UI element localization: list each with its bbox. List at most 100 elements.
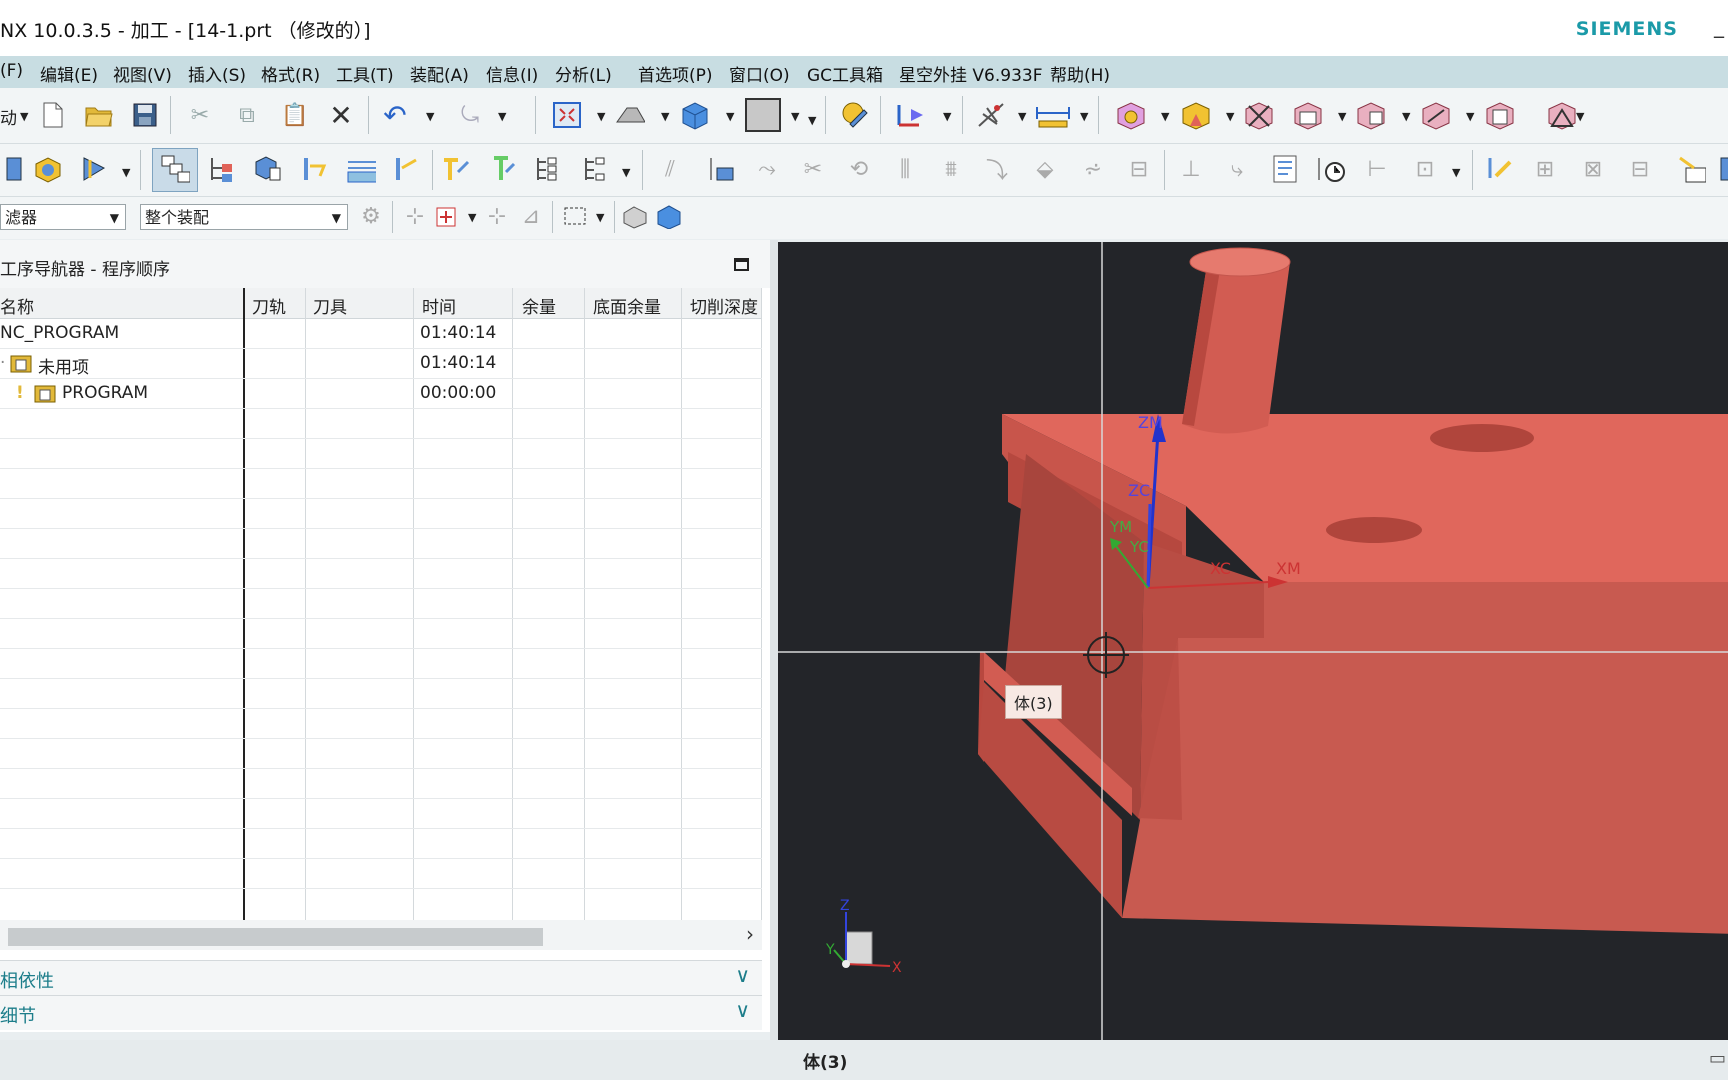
replay-toolpath-icon[interactable] <box>346 154 376 184</box>
shop-docs-icon[interactable] <box>532 154 562 184</box>
create-geometry-icon[interactable] <box>1243 100 1273 130</box>
orient-view-icon[interactable] <box>615 100 645 130</box>
dependencies-section[interactable]: 相依性 ∨ <box>0 960 762 995</box>
graphics-viewport[interactable]: ZM ZC YM YC XC XM Z Y X 体(3) <box>778 242 1728 1040</box>
feature-icon[interactable] <box>1546 100 1576 130</box>
chevron-down-icon[interactable]: ▼ <box>1576 110 1584 123</box>
machine-tool-view-icon[interactable] <box>0 154 30 184</box>
menu-help[interactable]: 帮助(H) <box>1050 61 1110 86</box>
selection-scope-select[interactable]: 整个装配 ▼ <box>140 204 348 230</box>
delete-icon[interactable]: ✕ <box>326 99 356 132</box>
chevron-down-icon[interactable]: ▼ <box>791 110 799 123</box>
chevron-down-icon[interactable]: ▼ <box>1018 110 1026 123</box>
shaded-cube-icon[interactable] <box>680 100 710 130</box>
generate-toolpath-icon[interactable] <box>300 154 330 184</box>
chevron-down-icon[interactable]: ▼ <box>661 110 669 123</box>
cut-icon[interactable]: ✂ <box>185 100 215 130</box>
menu-gc-toolbox[interactable]: GC工具箱 <box>807 61 883 86</box>
table-row[interactable]: NC_PROGRAM 01:40:14 <box>0 318 762 349</box>
chevron-down-icon[interactable]: ▼ <box>596 211 604 224</box>
copy-icon[interactable]: ⧉ <box>232 100 262 130</box>
type-filter-select[interactable]: 滤器 ▼ <box>0 204 126 230</box>
wcs-icon[interactable] <box>975 100 1005 130</box>
column-header-time[interactable]: 时间 <box>422 293 456 318</box>
menu-edit[interactable]: 编辑(E) <box>40 61 98 86</box>
method-view-icon[interactable] <box>206 154 236 184</box>
outline-view-icon[interactable] <box>580 154 610 184</box>
create-tool-group-icon[interactable] <box>252 154 282 184</box>
create-operation-icon[interactable] <box>1355 100 1385 130</box>
rectangle-select-icon[interactable] <box>560 201 590 231</box>
chevron-down-icon[interactable]: ▼ <box>943 110 951 123</box>
minimize-button[interactable]: _ <box>1714 14 1724 38</box>
chevron-down-icon[interactable]: ▼ <box>1466 110 1474 123</box>
column-header-floor-stock[interactable]: 底面余量 <box>593 293 661 318</box>
chevron-down-icon[interactable]: ∨ <box>735 963 750 987</box>
menu-analysis[interactable]: 分析(L) <box>555 61 612 86</box>
select-body-icon[interactable] <box>654 201 684 231</box>
fit-view-icon[interactable] <box>552 100 582 130</box>
column-header-cut-depth[interactable]: 切削深度 <box>690 293 758 318</box>
chevron-down-icon[interactable]: ▼ <box>1161 110 1169 123</box>
csys-icon[interactable] <box>895 100 925 130</box>
maximize-icon[interactable] <box>734 258 749 271</box>
menu-file[interactable]: (F) <box>0 61 23 81</box>
chevron-down-icon[interactable]: ▼ <box>1226 110 1234 123</box>
chevron-down-icon[interactable]: ▼ <box>622 166 630 179</box>
display-toolpath-icon[interactable] <box>705 154 735 184</box>
sim-edit-icon[interactable] <box>1484 154 1514 184</box>
menu-preferences[interactable]: 首选项(P) <box>638 61 713 86</box>
more-icon[interactable] <box>1712 154 1728 184</box>
menu-insert[interactable]: 插入(S) <box>188 61 246 86</box>
start-menu-button[interactable]: 动 <box>0 104 17 129</box>
chevron-right-icon[interactable]: › <box>746 922 754 946</box>
table-row[interactable]: ! PROGRAM 00:00:00 <box>0 378 762 409</box>
time-icon[interactable] <box>1315 154 1345 184</box>
chevron-down-icon[interactable]: ▼ <box>808 114 816 127</box>
deselect-all-icon[interactable] <box>620 201 650 231</box>
information-icon[interactable] <box>1270 154 1300 184</box>
undo-icon[interactable]: ↶ <box>380 99 410 132</box>
create-program-icon[interactable] <box>1115 100 1145 130</box>
menu-tools[interactable]: 工具(T) <box>336 61 394 86</box>
chevron-down-icon[interactable]: ▼ <box>726 110 734 123</box>
save-icon[interactable] <box>130 100 160 130</box>
table-row[interactable]: · 未用项 01:40:14 <box>0 348 762 379</box>
chevron-down-icon[interactable]: ▼ <box>498 110 506 123</box>
menu-window[interactable]: 窗口(O) <box>729 61 790 86</box>
open-icon[interactable] <box>84 100 114 130</box>
column-header-stock[interactable]: 余量 <box>522 293 556 318</box>
tool-view-icon[interactable] <box>80 154 110 184</box>
background-icon[interactable] <box>745 98 781 132</box>
chevron-down-icon[interactable]: ▼ <box>1338 110 1346 123</box>
create-tool-icon[interactable] <box>1180 100 1210 130</box>
list-toolpath-icon[interactable] <box>440 154 470 184</box>
panel-splitter[interactable] <box>770 240 778 1040</box>
chevron-down-icon[interactable]: ▼ <box>122 166 130 179</box>
chevron-down-icon[interactable]: ∨ <box>735 998 750 1022</box>
column-header-tool[interactable]: 刀具 <box>313 293 347 318</box>
verify-toolpath-icon[interactable] <box>392 154 422 184</box>
chevron-down-icon[interactable]: ▼ <box>1402 110 1410 123</box>
paste-icon[interactable]: 📋 <box>280 100 310 130</box>
repeat-icon[interactable]: ⤿ <box>455 100 485 130</box>
assembly-icon[interactable] <box>1484 100 1514 130</box>
menu-assembly[interactable]: 装配(A) <box>410 61 469 86</box>
measure-distance-icon[interactable] <box>1035 100 1071 130</box>
create-method-icon[interactable] <box>1292 100 1322 130</box>
horizontal-scrollbar[interactable]: › <box>0 920 762 950</box>
chevron-down-icon[interactable]: ▼ <box>1080 110 1088 123</box>
annotation-icon[interactable] <box>1676 154 1706 184</box>
chevron-down-icon[interactable]: ▼ <box>597 110 605 123</box>
program-order-view-icon[interactable] <box>32 154 62 184</box>
status-bar-icon[interactable]: ▭ <box>1709 1048 1726 1069</box>
details-section[interactable]: 细节 ∨ <box>0 995 762 1030</box>
new-icon[interactable] <box>38 100 68 130</box>
menu-format[interactable]: 格式(R) <box>261 61 320 86</box>
postprocess-icon[interactable] <box>486 154 516 184</box>
chevron-down-icon[interactable]: ▼ <box>468 211 476 224</box>
column-header-name[interactable]: 名称 <box>0 293 34 318</box>
menu-view[interactable]: 视图(V) <box>113 61 172 86</box>
menu-info[interactable]: 信息(I) <box>486 61 538 86</box>
menu-plugin[interactable]: 星空外挂 V6.933F <box>899 61 1042 86</box>
